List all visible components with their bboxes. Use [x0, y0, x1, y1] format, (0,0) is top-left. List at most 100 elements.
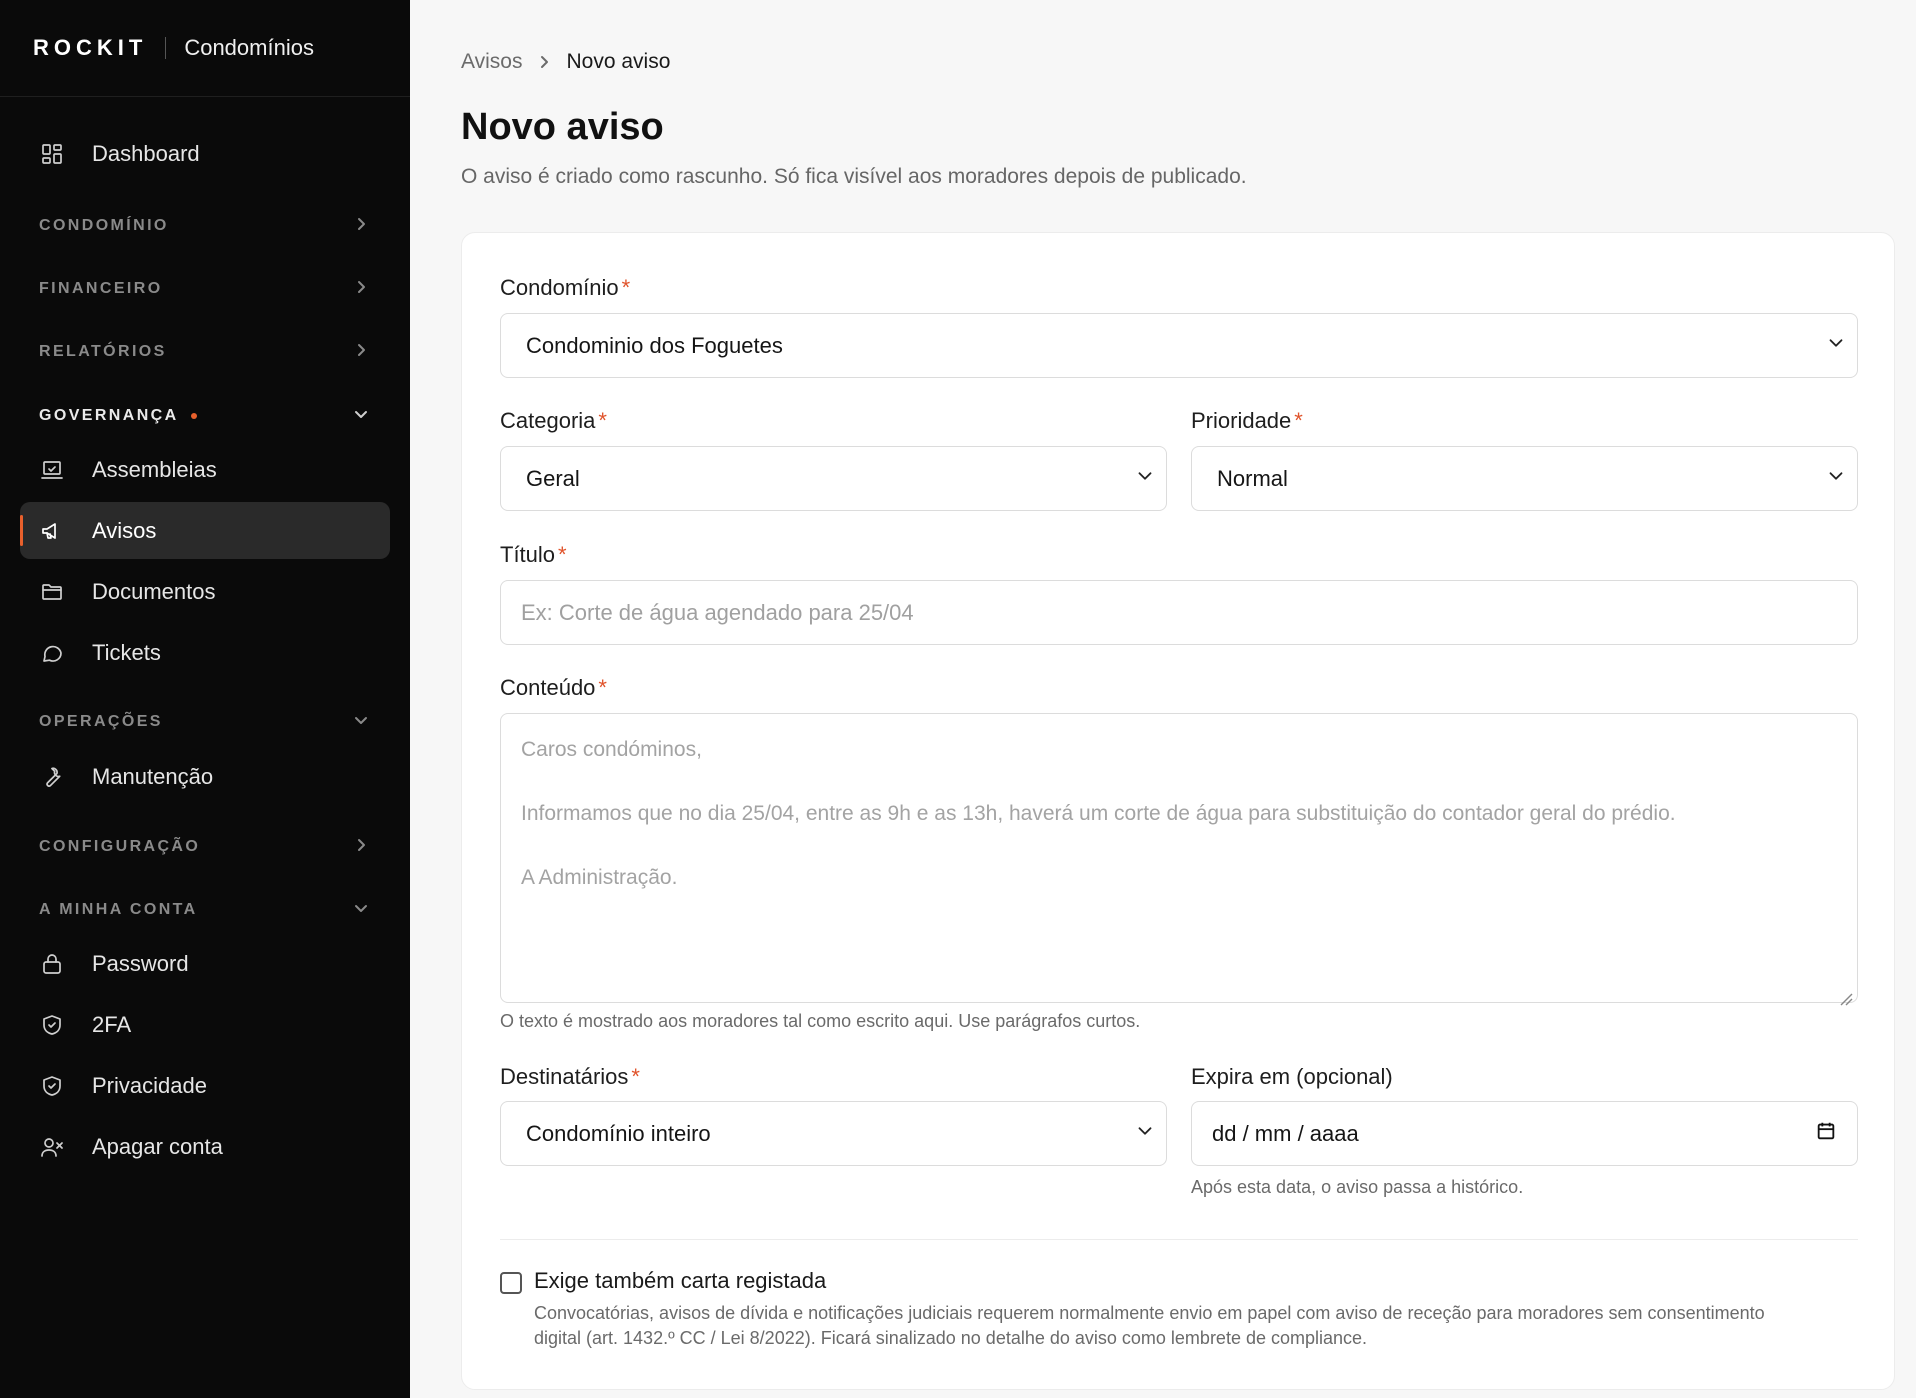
conteudo-placeholder-line: A Administração.	[521, 866, 678, 889]
required-mark: *	[598, 675, 607, 700]
expira-date-input[interactable]: dd / mm / aaaa	[1191, 1101, 1858, 1166]
chevron-down-icon	[1134, 465, 1156, 493]
chevron-down-icon	[353, 712, 369, 733]
brand-divider	[165, 37, 167, 59]
sidebar-item-password[interactable]: Password	[20, 935, 390, 992]
laptop-icon	[38, 456, 66, 484]
sidebar-item-dashboard[interactable]: Dashboard	[20, 125, 390, 182]
sidebar-item-label: Avisos	[92, 517, 157, 543]
sidebar: ROCKIT Condomínios Dashboard CONDOMÍNIO …	[0, 0, 410, 1398]
chevron-right-icon	[353, 279, 369, 300]
chat-bubble-icon	[38, 639, 66, 667]
required-mark: *	[558, 542, 567, 567]
brand-logo[interactable]: ROCKIT	[33, 35, 147, 61]
sidebar-item-label: Assembleias	[92, 456, 217, 482]
breadcrumb-current: Novo aviso	[566, 50, 671, 73]
expira-help-text: Após esta data, o aviso passa a históric…	[1191, 1177, 1524, 1197]
sidebar-section-relatorios[interactable]: RELATÓRIOS	[39, 337, 369, 367]
sidebar-item-label: Password	[92, 950, 189, 976]
destinatarios-select[interactable]: Condomínio inteiro	[500, 1101, 1167, 1166]
sidebar-item-avisos[interactable]: Avisos	[20, 502, 390, 559]
destinatarios-select-value: Condomínio inteiro	[526, 1120, 711, 1146]
categoria-select-value: Geral	[526, 465, 580, 491]
section-label: OPERAÇÕES	[39, 713, 163, 730]
chevron-right-icon	[536, 54, 552, 70]
sidebar-item-label: Privacidade	[92, 1072, 207, 1098]
dashboard-icon	[38, 140, 66, 168]
sidebar-item-assembleias[interactable]: Assembleias	[20, 441, 390, 498]
chevron-right-icon	[353, 342, 369, 363]
sidebar-item-apagar-conta[interactable]: Apagar conta	[20, 1118, 390, 1175]
brand-header: ROCKIT Condomínios	[0, 0, 410, 97]
expira-label: Expira em (opcional)	[1191, 1064, 1393, 1089]
calendar-icon[interactable]	[1815, 1120, 1837, 1148]
conteudo-label: Conteúdo *	[500, 675, 607, 700]
sidebar-item-label: Dashboard	[92, 140, 200, 166]
resize-handle-icon[interactable]	[1839, 984, 1853, 1006]
sidebar-item-tickets[interactable]: Tickets	[20, 624, 390, 681]
sidebar-section-financeiro[interactable]: FINANCEIRO	[39, 274, 369, 304]
required-mark: *	[621, 275, 631, 300]
sidebar-section-condominio[interactable]: CONDOMÍNIO	[39, 211, 369, 241]
condominio-select[interactable]: Condominio dos Foguetes	[500, 313, 1858, 378]
sidebar-section-governanca[interactable]: GOVERNANÇA	[39, 401, 369, 431]
megaphone-icon	[38, 517, 66, 545]
brand-app-name: Condomínios	[184, 35, 314, 60]
sidebar-section-configuracao[interactable]: CONFIGURAÇÃO	[39, 832, 369, 862]
chevron-down-icon	[1825, 465, 1847, 493]
breadcrumb-link-avisos[interactable]: Avisos	[461, 50, 522, 74]
chevron-down-icon	[1134, 1120, 1156, 1148]
categoria-select[interactable]: Geral	[500, 446, 1167, 511]
titulo-label: Título *	[500, 542, 567, 567]
user-remove-icon	[38, 1133, 66, 1161]
destinatarios-label: Destinatários *	[500, 1064, 640, 1089]
conteudo-placeholder-line: Informamos que no dia 25/04, entre as 9h…	[521, 802, 1676, 825]
titulo-placeholder: Ex: Corte de água agendado para 25/04	[521, 599, 914, 625]
required-mark: *	[598, 408, 607, 433]
sidebar-item-label: Manutenção	[92, 763, 214, 789]
sidebar-item-label: Documentos	[92, 578, 216, 604]
section-divider	[500, 1239, 1858, 1240]
condominio-select-value: Condominio dos Foguetes	[526, 332, 783, 358]
section-label: GOVERNANÇA	[39, 407, 179, 424]
sidebar-item-2fa[interactable]: 2FA	[20, 996, 390, 1053]
prioridade-label: Prioridade *	[1191, 408, 1303, 433]
folder-icon	[38, 578, 66, 606]
sidebar-item-manutencao[interactable]: Manutenção	[20, 748, 390, 805]
required-mark: *	[1294, 408, 1303, 433]
sidebar-item-label: 2FA	[92, 1011, 132, 1037]
prioridade-select[interactable]: Normal	[1191, 446, 1858, 511]
sidebar-item-label: Tickets	[92, 639, 161, 665]
shield-check-icon	[38, 1011, 66, 1039]
categoria-label: Categoria *	[500, 408, 607, 433]
sidebar-section-operacoes[interactable]: OPERAÇÕES	[39, 707, 369, 737]
carta-registada-checkbox[interactable]	[500, 1272, 522, 1294]
sidebar-item-documentos[interactable]: Documentos	[20, 563, 390, 620]
sidebar-item-privacidade[interactable]: Privacidade	[20, 1057, 390, 1114]
section-label: RELATÓRIOS	[39, 343, 167, 360]
wrench-icon	[38, 763, 66, 791]
section-label: FINANCEIRO	[39, 280, 163, 297]
form-card: Condomínio * Condominio dos Foguetes Cate…	[461, 232, 1895, 1390]
shield-check-icon	[38, 1072, 66, 1100]
titulo-input[interactable]: Ex: Corte de água agendado para 25/04	[500, 580, 1858, 645]
breadcrumb: Avisos Novo aviso	[461, 50, 670, 74]
required-mark: *	[631, 1064, 640, 1089]
sidebar-section-minha-conta[interactable]: A MINHA CONTA	[39, 895, 369, 925]
section-label: CONDOMÍNIO	[39, 217, 169, 234]
condominio-label: Condomínio *	[500, 275, 631, 300]
conteudo-placeholder-line: Caros condóminos,	[521, 738, 702, 761]
sidebar-item-label: Apagar conta	[92, 1133, 223, 1159]
chevron-right-icon	[353, 216, 369, 237]
chevron-down-icon	[353, 406, 369, 427]
page-title: Novo aviso	[461, 106, 664, 148]
lock-icon	[38, 950, 66, 978]
carta-registada-label[interactable]: Exige também carta registada	[534, 1268, 826, 1294]
notification-dot	[190, 413, 197, 419]
conteudo-textarea[interactable]: Caros condóminos, Informamos que no dia …	[500, 713, 1858, 1006]
conteudo-help-text: O texto é mostrado aos moradores tal com…	[500, 1011, 1141, 1031]
chevron-right-icon	[353, 837, 369, 858]
expira-date-value: dd / mm / aaaa	[1212, 1120, 1359, 1146]
page-subtitle: O aviso é criado como rascunho. Só fica …	[461, 165, 1247, 188]
main-content: Avisos Novo aviso Novo aviso O aviso é c…	[410, 0, 1916, 1398]
